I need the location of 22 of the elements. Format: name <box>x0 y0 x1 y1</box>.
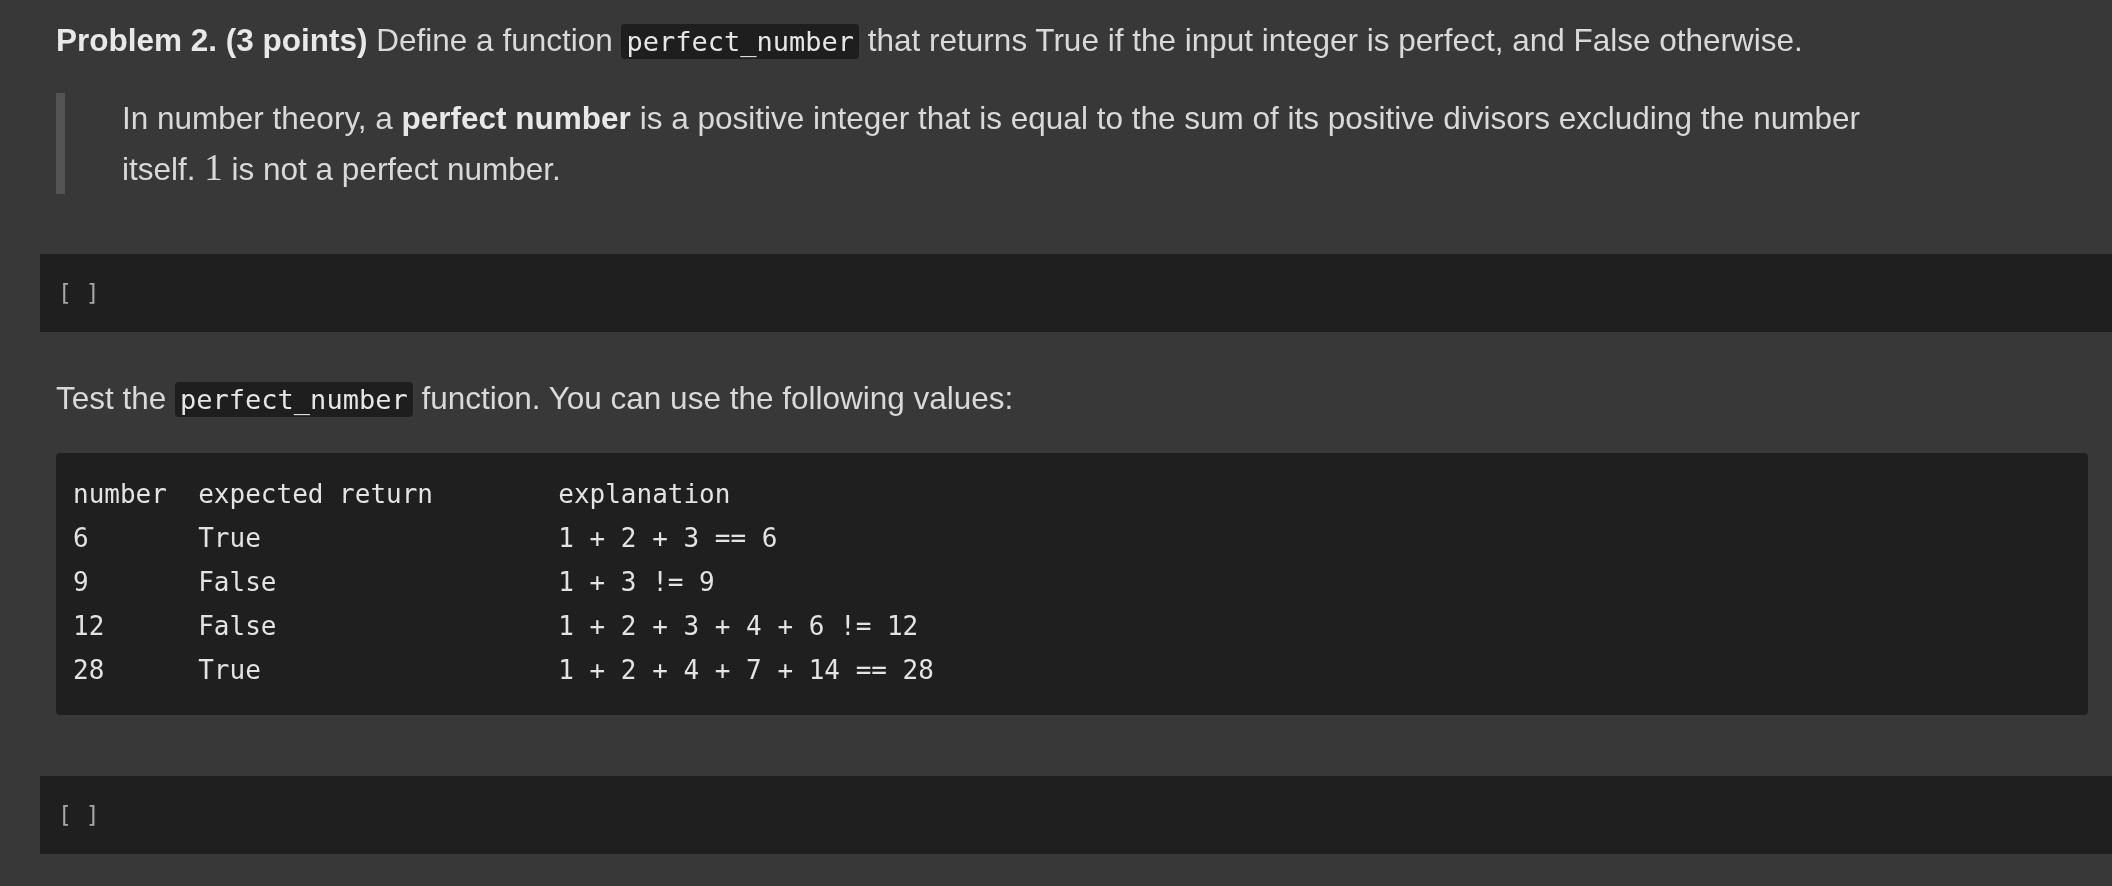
table-cell-text: 1 + 2 + 4 + 7 + 14 == 28 <box>558 654 934 687</box>
table-cell-text: 1 + 3 != 9 <box>558 566 715 599</box>
table-cell-text: 1 + 2 + 3 == 6 <box>558 522 778 555</box>
table-cell-text: False <box>198 610 277 643</box>
code-cell[interactable]: [ ] <box>40 776 2112 854</box>
column-header: number <box>73 478 167 511</box>
definition-quote: In number theory, a perfect number is a positive integer that is equal to the sum of its positive divisors excluding the number itself. 1 is not a perfect number. <box>56 93 1872 194</box>
column-header: explanation <box>558 478 731 511</box>
column-header: expected return <box>198 478 434 511</box>
table-cell-text: 28 <box>73 654 105 687</box>
table-cell-text: 1 + 2 + 3 + 4 + 6 != 12 <box>558 610 919 643</box>
code-cell[interactable]: [ ] <box>40 254 2112 332</box>
execution-count: [ ] <box>58 280 100 306</box>
table-cell-text: False <box>198 566 277 599</box>
instruction-text: Test the perfect_number function. You can use the following values: <box>56 379 1014 419</box>
table-cell-text: 6 <box>73 522 89 555</box>
problem-statement: Problem 2. (3 points) Define a function perfect_number that returns True if the input integer is perfect, and False otherwise. <box>56 21 1803 61</box>
table-cell-text: True <box>198 654 261 687</box>
table-cell-text: True <box>198 522 261 555</box>
table-cell-text: 9 <box>73 566 89 599</box>
table-cell-text: 12 <box>73 610 105 643</box>
execution-count: [ ] <box>58 802 100 828</box>
